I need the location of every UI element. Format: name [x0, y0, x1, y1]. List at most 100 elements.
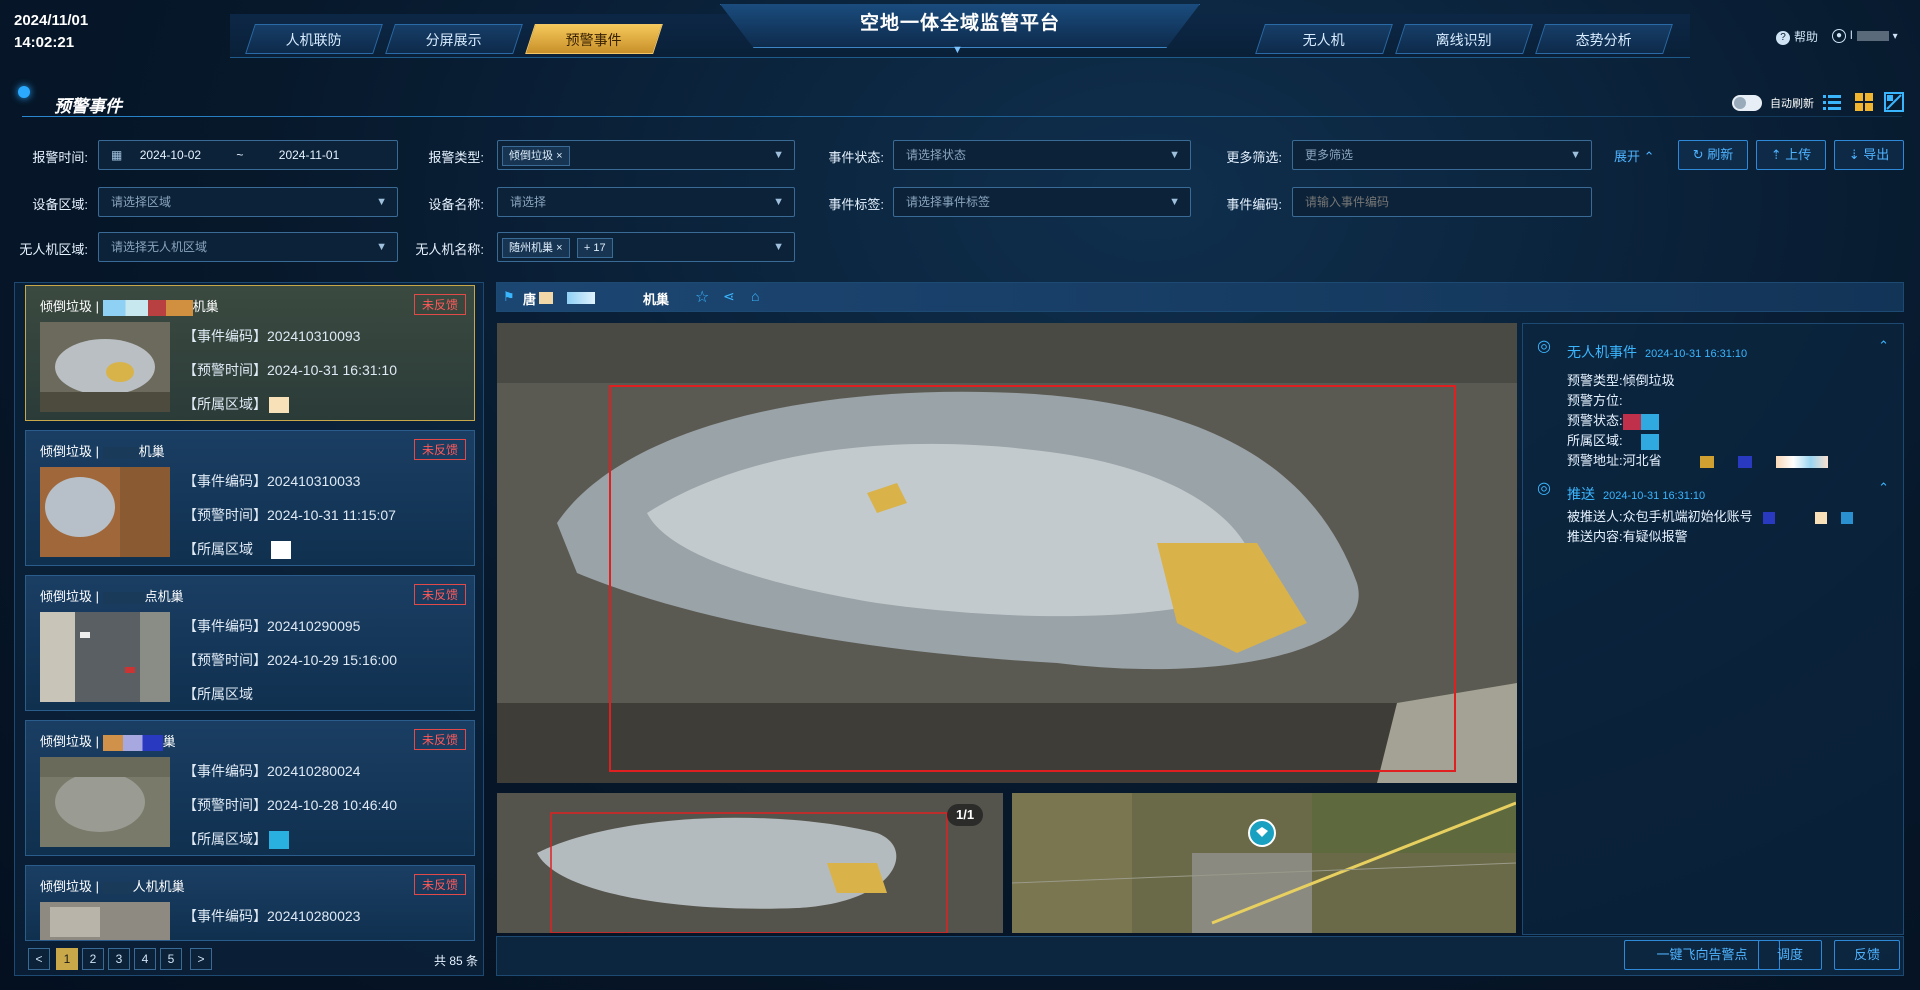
alarm-type-chip: 倾倒垃圾 × [502, 146, 570, 166]
star-icon[interactable]: ☆ [695, 287, 709, 307]
alarm-type-select[interactable]: 倾倒垃圾 × ▼ [497, 140, 795, 170]
device-area-select[interactable]: 请选择区域 ▼ [98, 187, 398, 217]
push-time: 2024-10-31 16:31:10 [1603, 490, 1706, 502]
device-area-label: 设备区域: [32, 197, 88, 212]
event-thumbnail[interactable] [40, 322, 170, 412]
device-name-select[interactable]: 请选择 ▼ [497, 187, 795, 217]
help-link[interactable]: ? 帮助 [1776, 28, 1818, 45]
datetime: 2024/11/01 14:02:21 [14, 10, 88, 54]
export-button[interactable]: ⇣ 导出 [1834, 140, 1904, 170]
close-icon[interactable]: × [556, 242, 562, 254]
share-icon[interactable]: ⋖ [723, 288, 735, 305]
event-code: 【事件编码】202410290095 [183, 618, 361, 634]
uav-area-select[interactable]: 请选择无人机区域 ▼ [98, 232, 398, 262]
info-row: 预警方位: [1567, 393, 1623, 408]
event-tag-select[interactable]: 请选择事件标签 ▼ [893, 187, 1191, 217]
auto-refresh-label: 自动刷新 [1770, 98, 1814, 110]
event-area: 【所属区域】 [183, 394, 289, 414]
event-card[interactable]: 倾倒垃圾 | 机巢 未反馈 【事件编码】202410310033 【预警时间】2… [25, 430, 475, 566]
uav-event-title: 无人机事件 2024-10-31 16:31:10 [1567, 344, 1748, 360]
dispatch-button[interactable]: 调度 [1758, 940, 1822, 970]
info-row: 预警地址:河北省 [1567, 450, 1828, 469]
event-detail-panel: ◎ 无人机事件 2024-10-31 16:31:10 ⌃ 预警类型:倾倒垃圾 预… [1522, 323, 1904, 935]
chevron-up-icon[interactable]: ⌃ [1878, 480, 1889, 496]
alarm-type-label: 报警类型: [428, 150, 484, 165]
grid-view-icon[interactable] [1854, 92, 1874, 112]
upload-button[interactable]: ⇡ 上传 [1756, 140, 1826, 170]
event-card-title: 倾倒垃圾 | 点机巢 [40, 589, 184, 604]
page-button[interactable]: 3 [108, 948, 130, 970]
split-view-icon[interactable] [1884, 92, 1904, 112]
uav-name-more-chip: + 17 [576, 238, 613, 258]
feedback-button[interactable]: 反馈 [1834, 940, 1900, 970]
event-list: 倾倒垃圾 | 机巢 未反馈 【事件编码】202410310093 【预警时间】2… [14, 282, 484, 976]
event-thumbnail[interactable] [40, 612, 170, 702]
chevron-up-icon[interactable]: ⌃ [1878, 338, 1889, 354]
title-dot-icon [18, 86, 30, 98]
list-view-icon[interactable] [1822, 92, 1842, 112]
page-button[interactable]: 2 [82, 948, 104, 970]
event-card[interactable]: 倾倒垃圾 | 人机机巢 未反馈 【事件编码】202410280023 [25, 865, 475, 941]
event-thumbnail[interactable] [40, 902, 170, 941]
tag-icon[interactable]: ⌂ [751, 288, 759, 304]
auto-refresh-toggle[interactable] [1732, 95, 1762, 111]
close-icon[interactable]: × [556, 150, 562, 162]
refresh-button[interactable]: ↻ 刷新 [1678, 140, 1748, 170]
event-time: 【预警时间】2024-10-31 11:15:07 [183, 507, 396, 523]
chevron-down-icon: ▼ [773, 241, 784, 253]
event-code-label: 事件编码: [1226, 197, 1282, 212]
event-card[interactable]: 倾倒垃圾 | 巢 未反馈 【事件编码】202410280024 【预警时间】20… [25, 720, 475, 856]
event-card[interactable]: 倾倒垃圾 | 机巢 未反馈 【事件编码】202410310093 【预警时间】2… [25, 285, 475, 421]
event-time: 【预警时间】2024-10-29 15:16:00 [183, 652, 397, 668]
event-card-title: 倾倒垃圾 | 巢 [40, 734, 176, 751]
pagination: < 1 2 3 4 5 > 共 85 条 [14, 948, 484, 974]
user-menu[interactable]: ● l ▾ [1832, 28, 1898, 43]
event-code-input[interactable] [1292, 187, 1592, 217]
tab-offline-recognition[interactable]: 离线识别 [1395, 24, 1533, 54]
refresh-icon: ↻ [1692, 147, 1704, 162]
event-area: 【所属区域 [183, 686, 253, 702]
status-badge: 未反馈 [413, 439, 466, 460]
event-code: 【事件编码】202410310033 [183, 473, 361, 489]
event-thumbnail[interactable] [40, 467, 170, 557]
date-range-picker[interactable]: ▦ 2024-10-02 ~ 2024-11-01 [98, 140, 398, 170]
chevron-down-icon: ▼ [773, 149, 784, 161]
uav-name-label: 无人机名称: [415, 242, 484, 257]
divider [22, 116, 1902, 117]
prev-page-button[interactable]: < [28, 948, 50, 970]
location-map[interactable] [1012, 793, 1516, 933]
event-code: 【事件编码】202410280024 [183, 763, 361, 779]
status-badge: 未反馈 [413, 584, 466, 605]
event-card[interactable]: 倾倒垃圾 | 点机巢 未反馈 【事件编码】202410290095 【预警时间】… [25, 575, 475, 711]
fly-to-alarm-button[interactable]: 一键飞向告警点 [1624, 940, 1780, 970]
page-button[interactable]: 4 [134, 948, 156, 970]
tab-drone[interactable]: 无人机 [1255, 24, 1393, 54]
chevron-down-icon: ▼ [376, 196, 387, 208]
next-page-button[interactable]: > [190, 948, 212, 970]
uav-name-chip: 随州机巢 × [502, 238, 570, 258]
more-filter-select[interactable]: 更多筛选 ▼ [1292, 140, 1592, 170]
tab-situation-analysis[interactable]: 态势分析 [1535, 24, 1673, 54]
push-title: 推送 2024-10-31 16:31:10 [1567, 486, 1706, 502]
alarm-image-thumbnail[interactable] [497, 793, 1003, 933]
tab-uav-defense[interactable]: 人机联防 [245, 24, 383, 54]
page-button[interactable]: 5 [160, 948, 182, 970]
target-icon: ◎ [1537, 480, 1551, 497]
event-status-select[interactable]: 请选择状态 ▼ [893, 140, 1191, 170]
tab-split-screen[interactable]: 分屏展示 [385, 24, 523, 54]
info-row: 推送内容:有疑似报警 [1567, 529, 1688, 544]
page-button[interactable]: 1 [56, 948, 78, 970]
uav-name-select[interactable]: 随州机巢 × + 17 ▼ [497, 232, 795, 262]
event-card-title: 倾倒垃圾 | 机巢 [40, 444, 165, 459]
flag-icon: ⚑ [503, 289, 515, 304]
chevron-down-icon[interactable]: ▼ [952, 44, 963, 56]
info-row: 所属区域: [1567, 430, 1659, 450]
user-icon: ● [1832, 28, 1846, 43]
expand-toggle[interactable]: 展开 ⌃ [1614, 146, 1655, 165]
event-thumbnail[interactable] [40, 757, 170, 847]
chevron-down-icon: ▼ [1570, 149, 1581, 161]
tab-alarm-events[interactable]: 预警事件 [525, 24, 663, 54]
upload-icon: ⇡ [1770, 147, 1782, 162]
alarm-image[interactable] [497, 323, 1517, 783]
chevron-down-icon: ▼ [1169, 149, 1180, 161]
